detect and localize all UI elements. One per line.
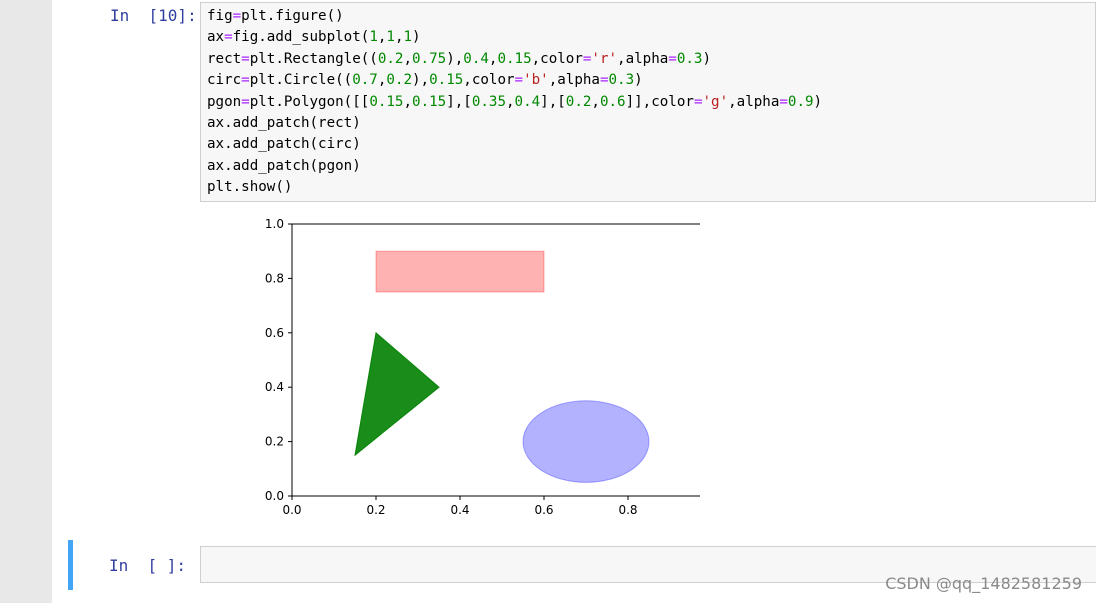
code-token: 0.75 bbox=[412, 50, 447, 67]
code-token: = bbox=[779, 93, 788, 110]
code-token: ) bbox=[412, 29, 421, 46]
code-token: ax.add_patch(rect) bbox=[207, 115, 361, 132]
code-token: ,color bbox=[463, 72, 515, 89]
code-token: rect bbox=[207, 50, 242, 67]
code-token: 0.15 bbox=[429, 72, 464, 89]
x-tick-label: 0.6 bbox=[534, 503, 553, 517]
code-token: plt.show() bbox=[207, 179, 293, 196]
code-token: = bbox=[668, 50, 677, 67]
code-token: 1 bbox=[386, 29, 395, 46]
code-token: 0.15 bbox=[412, 93, 447, 110]
code-token: 'b' bbox=[523, 72, 549, 89]
code-token: 0.6 bbox=[599, 93, 626, 110]
y-tick-label: 0.2 bbox=[265, 435, 284, 449]
patch-layer bbox=[354, 250, 650, 483]
code-token: = bbox=[224, 29, 233, 46]
code-token: ],[ bbox=[446, 93, 472, 110]
cell-output: 0.00.20.40.60.81.00.00.20.40.60.81.0 bbox=[200, 210, 722, 520]
code-token: ) bbox=[813, 93, 823, 110]
code-token: ax bbox=[207, 29, 225, 46]
rectangle-patch bbox=[375, 250, 545, 293]
code-token: ],[ bbox=[540, 93, 566, 110]
code-token: plt.figure() bbox=[241, 8, 344, 24]
code-line: ax=fig.add_subplot(1,1,1) bbox=[207, 27, 822, 48]
code-token: plt.Rectangle(( bbox=[249, 50, 378, 67]
code-line: pgon=plt.Polygon([[0.15,0.15],[0.35,0.4]… bbox=[207, 92, 822, 113]
code-token: 0.15 bbox=[497, 50, 532, 67]
code-token: ) bbox=[634, 72, 643, 89]
y-tick-label: 0.0 bbox=[265, 489, 284, 503]
code-token: 'g' bbox=[702, 93, 729, 110]
circle-patch bbox=[522, 400, 650, 483]
matplotlib-figure: 0.00.20.40.60.81.00.00.20.40.60.81.0 bbox=[265, 217, 722, 517]
code-token: ), bbox=[412, 72, 430, 89]
code-token: 0.3 bbox=[676, 50, 703, 67]
code-token: 0.2 bbox=[386, 72, 413, 89]
code-line: fig=plt.figure() bbox=[207, 6, 822, 27]
y-tick-label: 0.6 bbox=[265, 326, 284, 340]
code-token: ax.add_patch(circ) bbox=[207, 136, 361, 153]
code-token: , bbox=[403, 93, 413, 110]
code-token: fig.add_subplot( bbox=[232, 29, 370, 46]
code-line: ax.add_patch(rect) bbox=[207, 113, 822, 134]
code-token: = bbox=[514, 72, 524, 89]
x-tick-label: 0.2 bbox=[366, 503, 385, 517]
x-tick-label: 0.8 bbox=[618, 503, 637, 517]
y-tick-label: 0.8 bbox=[265, 271, 284, 285]
code-token: pgon bbox=[207, 93, 242, 110]
polygon-patch bbox=[354, 331, 440, 457]
code-token: 1 bbox=[369, 29, 378, 46]
code-token: 0.35 bbox=[471, 93, 506, 110]
code-token: 0.7 bbox=[352, 72, 378, 89]
code-token: 0.4 bbox=[463, 50, 489, 67]
code-token: ,alpha bbox=[728, 93, 780, 110]
code-token: = bbox=[241, 72, 250, 89]
watermark: CSDN @qq_1482581259 bbox=[885, 574, 1082, 593]
code-token: circ bbox=[207, 72, 242, 89]
cell-input-editor[interactable]: fig=plt.figure() ax=fig.add_subplot(1,1,1… bbox=[200, 2, 1096, 202]
code-token: fig bbox=[207, 8, 233, 24]
code-token: ,alpha bbox=[617, 50, 669, 67]
code-token: ,color bbox=[531, 50, 583, 67]
code-line: ax.add_patch(circ) bbox=[207, 134, 822, 155]
code-token: = bbox=[232, 8, 242, 24]
code-token: , bbox=[591, 93, 600, 110]
code-line: rect=plt.Rectangle((0.2,0.75),0.4,0.15,c… bbox=[207, 49, 822, 70]
code-text[interactable]: fig=plt.figure() ax=fig.add_subplot(1,1,1… bbox=[207, 6, 822, 199]
code-token: ]],color bbox=[625, 93, 694, 110]
code-cell-executed[interactable]: In [10]: fig=plt.figure() ax=fig.add_subp… bbox=[52, 0, 1096, 530]
code-token: = bbox=[241, 93, 250, 110]
code-token: ) bbox=[702, 50, 712, 67]
x-tick-label: 0.0 bbox=[282, 503, 301, 517]
x-tick-label: 0.4 bbox=[450, 503, 469, 517]
left-margin bbox=[0, 0, 52, 603]
y-tick-label: 1.0 bbox=[265, 217, 284, 231]
cell-prompt: In [10]: bbox=[110, 6, 197, 25]
code-token: 1 bbox=[403, 29, 413, 46]
code-line: circ=plt.Circle((0.7,0.2),0.15,color='b'… bbox=[207, 70, 822, 91]
code-token: = bbox=[241, 50, 250, 67]
code-token: , bbox=[394, 29, 404, 46]
code-token: , bbox=[403, 50, 413, 67]
cell-prompt: In [ ]: bbox=[109, 556, 187, 575]
code-token: 0.4 bbox=[514, 93, 541, 110]
y-tick-label: 0.4 bbox=[265, 380, 284, 394]
code-token: , bbox=[506, 93, 515, 110]
code-token: ax.add_patch(pgon) bbox=[207, 157, 361, 174]
code-token: = bbox=[599, 72, 609, 89]
code-line: plt.show() bbox=[207, 177, 822, 198]
code-token: 0.2 bbox=[377, 50, 404, 67]
code-token: ,alpha bbox=[548, 72, 600, 89]
code-line: ax.add_patch(pgon) bbox=[207, 156, 822, 177]
code-token: 'r' bbox=[591, 50, 618, 67]
code-token: plt.Polygon([[ bbox=[249, 93, 370, 110]
code-token: 0.15 bbox=[369, 93, 404, 110]
code-token: ), bbox=[446, 50, 464, 67]
code-token: plt.Circle(( bbox=[249, 72, 353, 89]
code-token: 0.2 bbox=[565, 93, 592, 110]
code-token: 0.9 bbox=[787, 93, 814, 110]
code-token: 0.3 bbox=[608, 72, 635, 89]
